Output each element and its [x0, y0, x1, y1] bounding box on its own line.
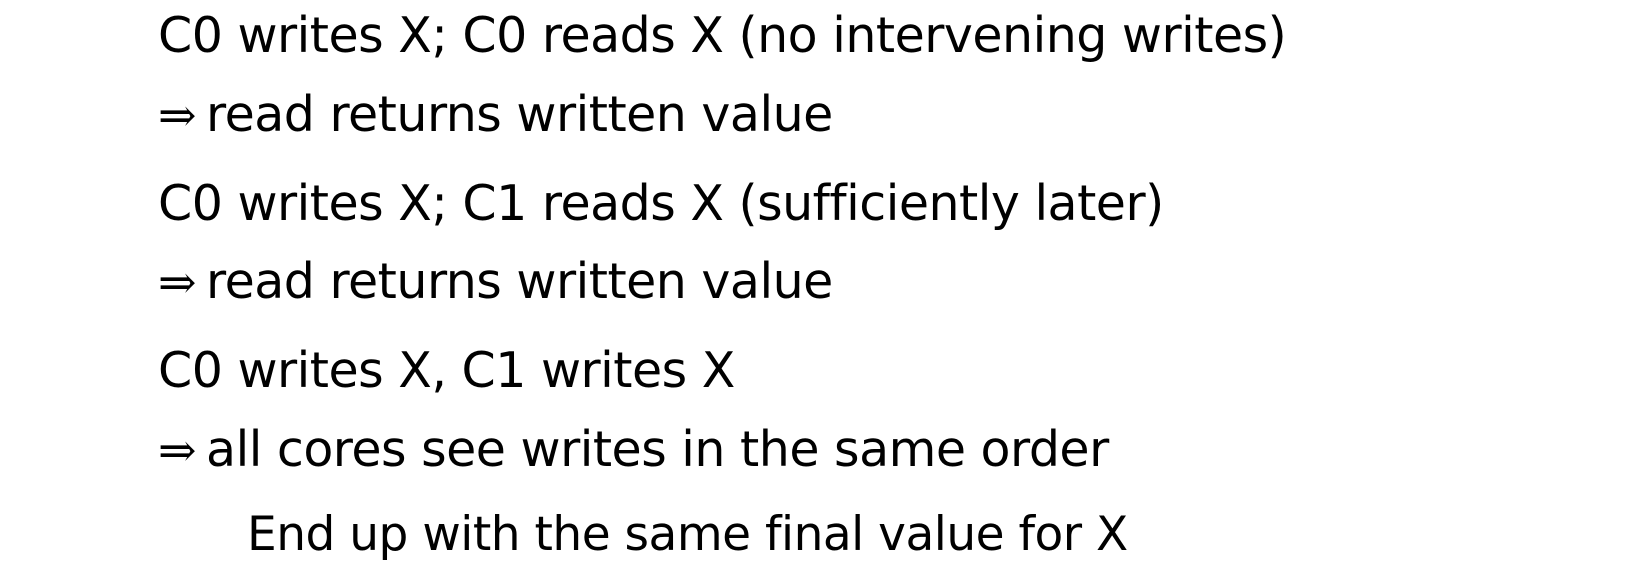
- rule-2-result-text: read returns written value: [206, 253, 833, 310]
- rule-3-result-text: all cores see writes in the same order: [206, 421, 1109, 478]
- implies-arrow-icon: ⇒: [158, 423, 197, 477]
- rule-3-condition-text: C0 writes X, C1 writes X: [158, 342, 735, 399]
- rule-2-condition: C0 writes X; C1 reads X (sufficiently la…: [158, 174, 1164, 234]
- rule-3-condition: C0 writes X, C1 writes X: [158, 341, 735, 401]
- rule-1-result-text: read returns written value: [206, 86, 833, 143]
- rule-1-result: ⇒ read returns written value: [158, 85, 833, 145]
- implies-arrow-icon: ⇒: [158, 255, 197, 309]
- rule-3-detail-text: End up with the same final value for X: [247, 507, 1128, 562]
- rule-2-result: ⇒ read returns written value: [158, 252, 833, 312]
- slide: C0 writes X; C0 reads X (no intervening …: [0, 0, 1630, 580]
- rule-1-condition: C0 writes X; C0 reads X (no intervening …: [158, 6, 1287, 66]
- implies-arrow-icon: ⇒: [158, 88, 197, 142]
- rule-3-detail: End up with the same final value for X: [247, 505, 1128, 565]
- rule-1-condition-text: C0 writes X; C0 reads X (no intervening …: [158, 7, 1287, 64]
- rule-3-result: ⇒ all cores see writes in the same order: [158, 420, 1109, 480]
- rule-2-condition-text: C0 writes X; C1 reads X (sufficiently la…: [158, 175, 1164, 232]
